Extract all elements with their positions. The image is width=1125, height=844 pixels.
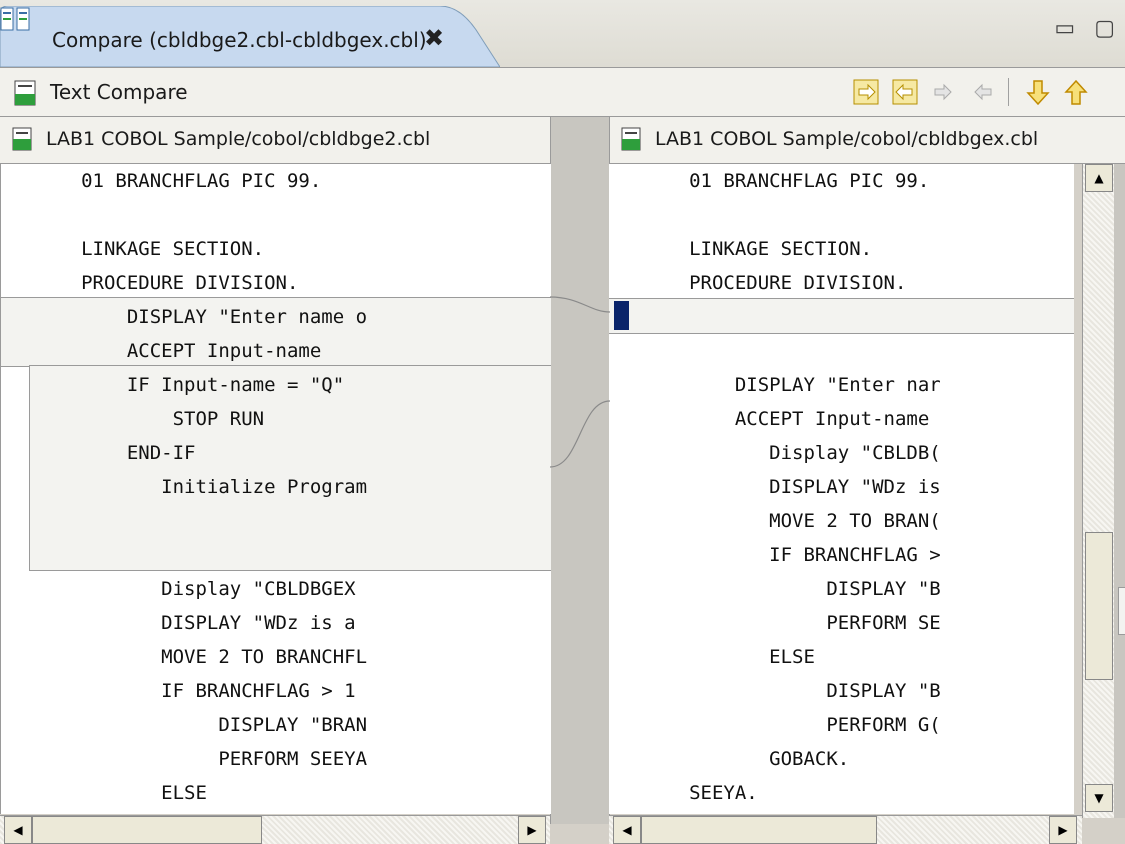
editor-tab-bar: Compare (cbldbge2.cbl-cbldbgex.cbl) ✖ ▭ … (0, 0, 1125, 68)
code-line: IF BRANCHFLAG > 1 (1, 680, 356, 702)
code-line: MOVE 2 TO BRANCHFL (1, 646, 368, 668)
file-icon (12, 127, 32, 151)
scroll-left-button[interactable]: ◀ (4, 816, 32, 844)
compare-editor-tab[interactable]: Compare (cbldbge2.cbl-cbldbgex.cbl) ✖ (0, 6, 500, 67)
code-line: ACCEPT Input-name (1, 340, 322, 362)
left-pane-header: LAB1 COBOL Sample/cobol/cbldbge2.cbl (0, 117, 550, 164)
previous-difference-icon[interactable] (1062, 78, 1090, 106)
code-line: PERFORM G( (609, 714, 941, 736)
code-line: Initialize Program (1, 476, 368, 498)
left-horizontal-scroll-thumb[interactable] (32, 816, 262, 844)
scroll-right-button[interactable]: ▶ (518, 816, 546, 844)
selection-marker (614, 301, 629, 330)
code-line: DISPLAY "WDz is (609, 476, 941, 498)
code-line: PERFORM SE (609, 612, 941, 634)
copy-current-right-to-left-icon[interactable] (968, 78, 996, 106)
ruler-change-marker[interactable] (1118, 587, 1125, 635)
code-line: Display "CBLDBGEX (1, 578, 356, 600)
scroll-down-button[interactable]: ▼ (1085, 784, 1113, 812)
copy-all-right-to-left-icon[interactable] (891, 78, 919, 106)
code-line: LINKAGE SECTION. (1, 238, 265, 260)
code-line: DISPLAY "BRAN (1, 714, 368, 736)
scroll-left-button[interactable]: ◀ (613, 816, 641, 844)
copy-current-left-to-right-icon[interactable] (930, 78, 958, 106)
scroll-up-button[interactable]: ▲ (1085, 164, 1113, 192)
right-horizontal-scrollbar[interactable]: ◀ ▶ (609, 815, 1082, 844)
copy-all-left-to-right-icon[interactable] (852, 78, 880, 106)
code-line: ELSE (609, 646, 815, 668)
code-line: STOP RUN (1, 408, 265, 430)
code-line: 01 BRANCHFLAG PIC 99. (609, 170, 930, 192)
right-pane-header: LAB1 COBOL Sample/cobol/cbldbgex.cbl (609, 117, 1125, 164)
right-diff-block-1[interactable] (609, 298, 1074, 334)
file-icon (14, 80, 36, 106)
code-line: 01 BRANCHFLAG PIC 99. (1, 170, 322, 192)
compare-toolbar: Text Compare (0, 68, 1125, 117)
vertical-scroll-thumb[interactable] (1085, 532, 1113, 680)
right-code-pane[interactable]: 01 BRANCHFLAG PIC 99. LINKAGE SECTION. P… (609, 164, 1074, 814)
code-line: PROCEDURE DIVISION. (609, 272, 907, 294)
minimize-maximize-buttons[interactable]: ▭ ▢ (1054, 16, 1121, 41)
code-line: MOVE 2 TO BRAN( (609, 510, 941, 532)
code-line: DISPLAY "Enter nar (609, 374, 941, 396)
file-icon (621, 127, 641, 151)
left-horizontal-scrollbar[interactable]: ◀ ▶ (0, 815, 550, 844)
code-line: IF Input-name = "Q" (1, 374, 345, 396)
right-horizontal-scroll-thumb[interactable] (641, 816, 877, 844)
code-line: SEEYA. (609, 782, 758, 804)
code-line: DISPLAY "B (609, 578, 941, 600)
right-vertical-scrollbar[interactable]: ▲ ▼ (1082, 164, 1115, 818)
code-line: DISPLAY "WDz is a (1, 612, 356, 634)
code-line: IF BRANCHFLAG > (609, 544, 941, 566)
close-icon[interactable]: ✖ (424, 24, 444, 52)
diff-connectors (550, 296, 610, 468)
compare-editor-icon (0, 7, 30, 31)
code-line: PROCEDURE DIVISION. (1, 272, 299, 294)
right-file-path: LAB1 COBOL Sample/cobol/cbldbgex.cbl (655, 128, 1039, 150)
code-line: LINKAGE SECTION. (609, 238, 873, 260)
next-difference-icon[interactable] (1024, 78, 1052, 106)
toolbar-title: Text Compare (50, 80, 188, 104)
scroll-right-button[interactable]: ▶ (1049, 816, 1077, 844)
left-code-pane[interactable]: 01 BRANCHFLAG PIC 99. LINKAGE SECTION. P… (0, 164, 551, 814)
toolbar-separator (1008, 78, 1009, 106)
overview-ruler (1114, 164, 1125, 818)
code-line: Display "CBLDB( (609, 442, 941, 464)
code-line: ELSE (1, 782, 207, 804)
left-file-path: LAB1 COBOL Sample/cobol/cbldbge2.cbl (46, 128, 431, 150)
code-line: DISPLAY "Enter name o (1, 306, 368, 328)
code-line: DISPLAY "B (609, 680, 941, 702)
code-line: GOBACK. (609, 748, 850, 770)
code-line: PERFORM SEEYA (1, 748, 368, 770)
tab-title: Compare (cbldbge2.cbl-cbldbgex.cbl) (52, 28, 427, 52)
code-line: ACCEPT Input-name (609, 408, 930, 430)
code-line: END-IF (1, 442, 196, 464)
